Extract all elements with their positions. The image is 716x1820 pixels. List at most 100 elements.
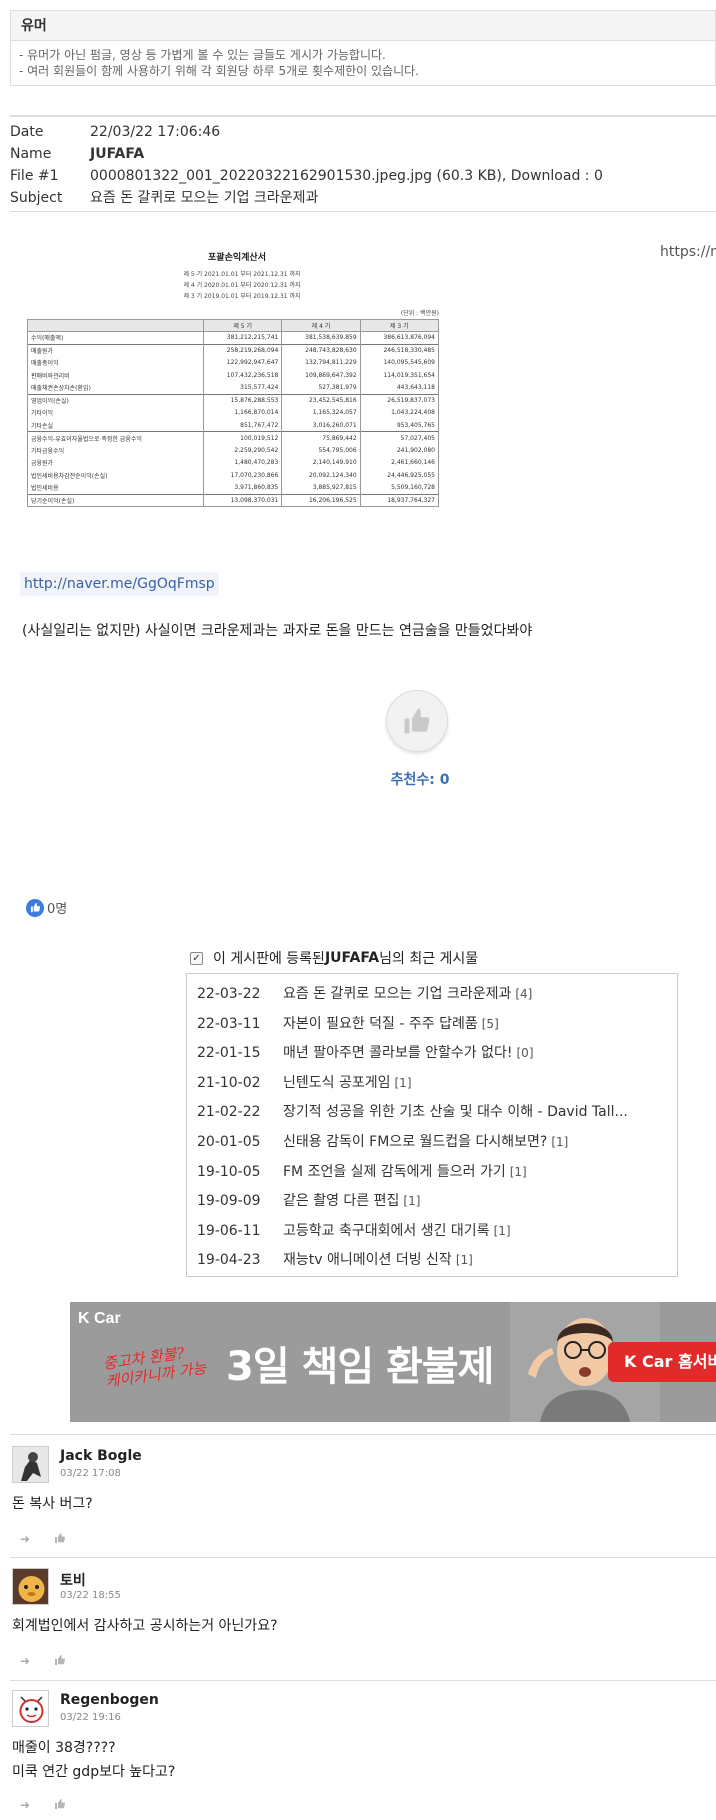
recent-post-item[interactable]: 20-01-05 신태용 감독이 FM으로 월드컵을 다시해보면? [1] <box>197 1128 667 1158</box>
comment-author[interactable]: Regenbogen <box>60 1692 159 1708</box>
recent-post-item[interactable]: 21-10-02 닌텐도식 공포게임 [1] <box>197 1069 667 1099</box>
recent-post-item[interactable]: 22-01-15 매년 팔아주면 콜라보를 안할수가 없다! [0] <box>197 1039 667 1069</box>
kcar-ad-banner[interactable]: K Car 중고차 환불? 케이카니까 가능 3일 책임 환불제 K Car 홈… <box>70 1302 716 1422</box>
recent-head-prefix: 이 게시판에 등록된 <box>213 951 325 967</box>
recent-post-comment-count: [0] <box>516 1046 534 1061</box>
statement-item: 수익(매출액) <box>27 331 204 344</box>
recent-post-title-wrap: 요즘 돈 갈퀴로 모으는 기업 크라운제과 [4] <box>283 980 663 1010</box>
comment-divider <box>10 1557 716 1558</box>
recommend-label: 추천수: <box>390 772 435 788</box>
statement-item: 법인세비용 <box>27 481 204 494</box>
post-meta: Date 22/03/22 17:06:46 Name JUFAFA File … <box>10 115 716 212</box>
attachment-link[interactable]: 0000801322_001_20220322162901530.jpeg.jp… <box>90 165 603 187</box>
meta-file-row: File #1 0000801322_001_20220322162901530… <box>10 165 716 187</box>
income-statement-image: 포괄손익계산서 제 5 기 2021.01.01 부터 2021.12.31 까… <box>27 250 447 540</box>
recent-posts-list: 22-03-22 요즘 돈 갈퀴로 모으는 기업 크라운제과 [4] 22-03-11… <box>186 973 678 1277</box>
recent-post-item[interactable]: 19-04-23 재능tv 애니메이션 더빙 신작 [1] <box>197 1246 667 1276</box>
recent-post-comment-count: [4] <box>515 987 533 1001</box>
recent-post-item[interactable]: 19-10-05 FM 조언을 실제 감독에게 들으러 가기 [1] <box>197 1158 667 1188</box>
statement-item: 법인세비용차감전순이익(손실) <box>27 469 204 482</box>
like-count: 0명 <box>47 902 68 917</box>
like-summary[interactable]: 0명 <box>26 898 67 917</box>
recent-post-comment-count: [1] <box>394 1075 412 1090</box>
recent-post-date: 19-04-23 <box>197 1252 261 1269</box>
statement-row: 금융원가 1,480,470,283 2,140,149,910 2,461,660,… <box>27 456 440 469</box>
avatar[interactable] <box>12 1568 49 1605</box>
comment-author[interactable]: Jack Bogle <box>60 1448 142 1464</box>
recent-post-title-wrap: 같은 촬영 다른 편집 [1] <box>283 1187 663 1217</box>
statement-unit: (단위 : 백만원) <box>400 310 439 317</box>
recommend-button[interactable] <box>386 690 448 752</box>
avatar[interactable] <box>12 1690 49 1727</box>
recent-head-user: JUFAFA <box>324 950 380 966</box>
comment-text: 매줄이 38경???? 미쿡 연간 gdp보다 높다고? <box>12 1740 176 1780</box>
avatar[interactable] <box>12 1446 49 1483</box>
recent-posts-checkbox[interactable]: ✓ <box>190 951 203 965</box>
thumbs-up-icon <box>404 708 430 734</box>
meta-file-label: File #1 <box>10 168 59 184</box>
recent-post-title[interactable]: 같은 촬영 다른 편집 <box>283 1193 399 1209</box>
meta-subject-label: Subject <box>10 190 63 206</box>
recent-post-title-wrap: 신태용 감독이 FM으로 월드컵을 다시해보면? [1] <box>283 1128 663 1158</box>
author-name[interactable]: JUFAFA <box>90 143 144 165</box>
recent-post-item[interactable]: 22-03-22 요즘 돈 갈퀴로 모으는 기업 크라운제과 [4] <box>197 980 667 1010</box>
statement-row: 법인세비용차감전순이익(손실) 17,070,230,866 20,092,124,… <box>27 469 440 482</box>
statement-period: 제 5 기 2021.01.01 부터 2021.12.31 까지 <box>183 271 301 278</box>
recent-post-title[interactable]: 자본이 필요한 덕질 - 주주 답례품 <box>283 1016 478 1032</box>
statement-value: 1,166,870,014 <box>202 406 283 419</box>
recent-post-comment-count: [1] <box>455 1253 473 1268</box>
recent-post-title[interactable]: 닌텐도식 공포게임 <box>283 1075 391 1091</box>
statement-row: 당기순이익(손실) 13,098,370,031 16,206,196,525 18,… <box>27 493 440 507</box>
recent-post-item[interactable]: 19-06-11 고등학교 축구대회에서 생긴 대기록 [1] <box>197 1217 667 1247</box>
statement-value: 3,971,860,835 <box>202 481 283 494</box>
recent-post-title[interactable]: 신태용 감독이 FM으로 월드컵을 다시해보면? <box>283 1134 547 1150</box>
recent-post-title[interactable]: 고등학교 축구대회에서 생긴 대기록 <box>283 1223 490 1239</box>
like-icon <box>26 898 44 917</box>
statement-row: 판매비와관리비 107,432,236,518 109,869,647,392 114… <box>27 369 440 382</box>
external-url[interactable]: https://n <box>660 244 716 260</box>
recent-post-title[interactable]: 재능tv 애니메이션 더빙 신작 <box>283 1252 452 1268</box>
recent-post-item[interactable]: 19-09-09 같은 촬영 다른 편집 [1] <box>197 1187 667 1217</box>
statement-col-header <box>27 319 204 332</box>
recent-post-date: 22-01-15 <box>197 1045 261 1062</box>
statement-value: 2,259,290,542 <box>202 444 283 457</box>
comment-author[interactable]: 토비 <box>60 1570 86 1590</box>
statement-value: 26,519,837,073 <box>359 393 440 407</box>
statement-value: 5,509,160,728 <box>359 481 440 494</box>
recent-post-title[interactable]: 매년 팔아주면 콜라보를 안할수가 없다! <box>283 1045 513 1061</box>
recent-post-date: 19-09-09 <box>197 1193 261 1210</box>
thumbs-up-icon[interactable] <box>54 1798 66 1813</box>
recent-post-item[interactable]: 21-02-22 장기적 성공을 위한 기초 산술 및 대수 이해 - David… <box>197 1098 667 1128</box>
banner-logo: K Car <box>78 1310 121 1327</box>
statement-value: 107,432,236,518 <box>202 369 283 382</box>
recent-post-title[interactable]: 요즘 돈 갈퀴로 모으는 기업 크라운제과 <box>283 986 511 1002</box>
recommend-count: 추천수: 0 <box>380 769 460 789</box>
thumbs-up-icon[interactable] <box>54 1654 66 1669</box>
reply-arrow-icon[interactable]: ➜ <box>20 1798 30 1813</box>
recent-post-date: 22-03-22 <box>197 986 261 1002</box>
recent-post-date: 19-10-05 <box>197 1163 261 1180</box>
naver-link[interactable]: http://naver.me/GgOqFmsp <box>20 572 219 596</box>
statement-value: 1,165,324,057 <box>281 406 361 419</box>
statement-item: 금융수익-유효이자율법으로 측정한 금융수익 <box>27 431 204 444</box>
meta-name-label: Name <box>10 146 52 162</box>
recent-post-title[interactable]: 장기적 성공을 위한 기초 산술 및 대수 이해 - David Tall... <box>283 1104 628 1120</box>
recent-post-title[interactable]: FM 조언을 실제 감독에게 들으러 가기 <box>283 1164 506 1180</box>
recent-post-item[interactable]: 22-03-11 자본이 필요한 덕질 - 주주 답례품 [5] <box>197 1010 667 1040</box>
statement-value: 132,794,811,229 <box>281 356 361 369</box>
statement-value: 3,016,260,071 <box>281 419 361 432</box>
statement-value: 2,461,660,146 <box>359 456 440 469</box>
thumbs-up-icon[interactable] <box>54 1532 66 1547</box>
recent-post-date: 19-06-11 <box>197 1222 261 1239</box>
statement-value: 527,381,979 <box>281 381 361 394</box>
reply-arrow-icon[interactable]: ➜ <box>20 1654 30 1669</box>
reply-arrow-icon[interactable]: ➜ <box>20 1532 30 1547</box>
statement-row: 매출총이익 122,992,947,647 132,794,811,229 140,0… <box>27 356 440 369</box>
statement-value: 248,743,828,630 <box>281 343 361 357</box>
statement-value: 15,876,288,553 <box>202 393 283 407</box>
post-subject: 요즘 돈 갈퀴로 모으는 기업 크라운제과 <box>90 190 319 206</box>
statement-col-header: 제 3 기 <box>359 319 440 332</box>
statement-row: 기타금융수익 2,259,290,542 554,795,006 241,902,08… <box>27 444 440 457</box>
statement-value: 554,795,006 <box>281 444 361 457</box>
statement-col-header: 제 4 기 <box>281 319 361 332</box>
